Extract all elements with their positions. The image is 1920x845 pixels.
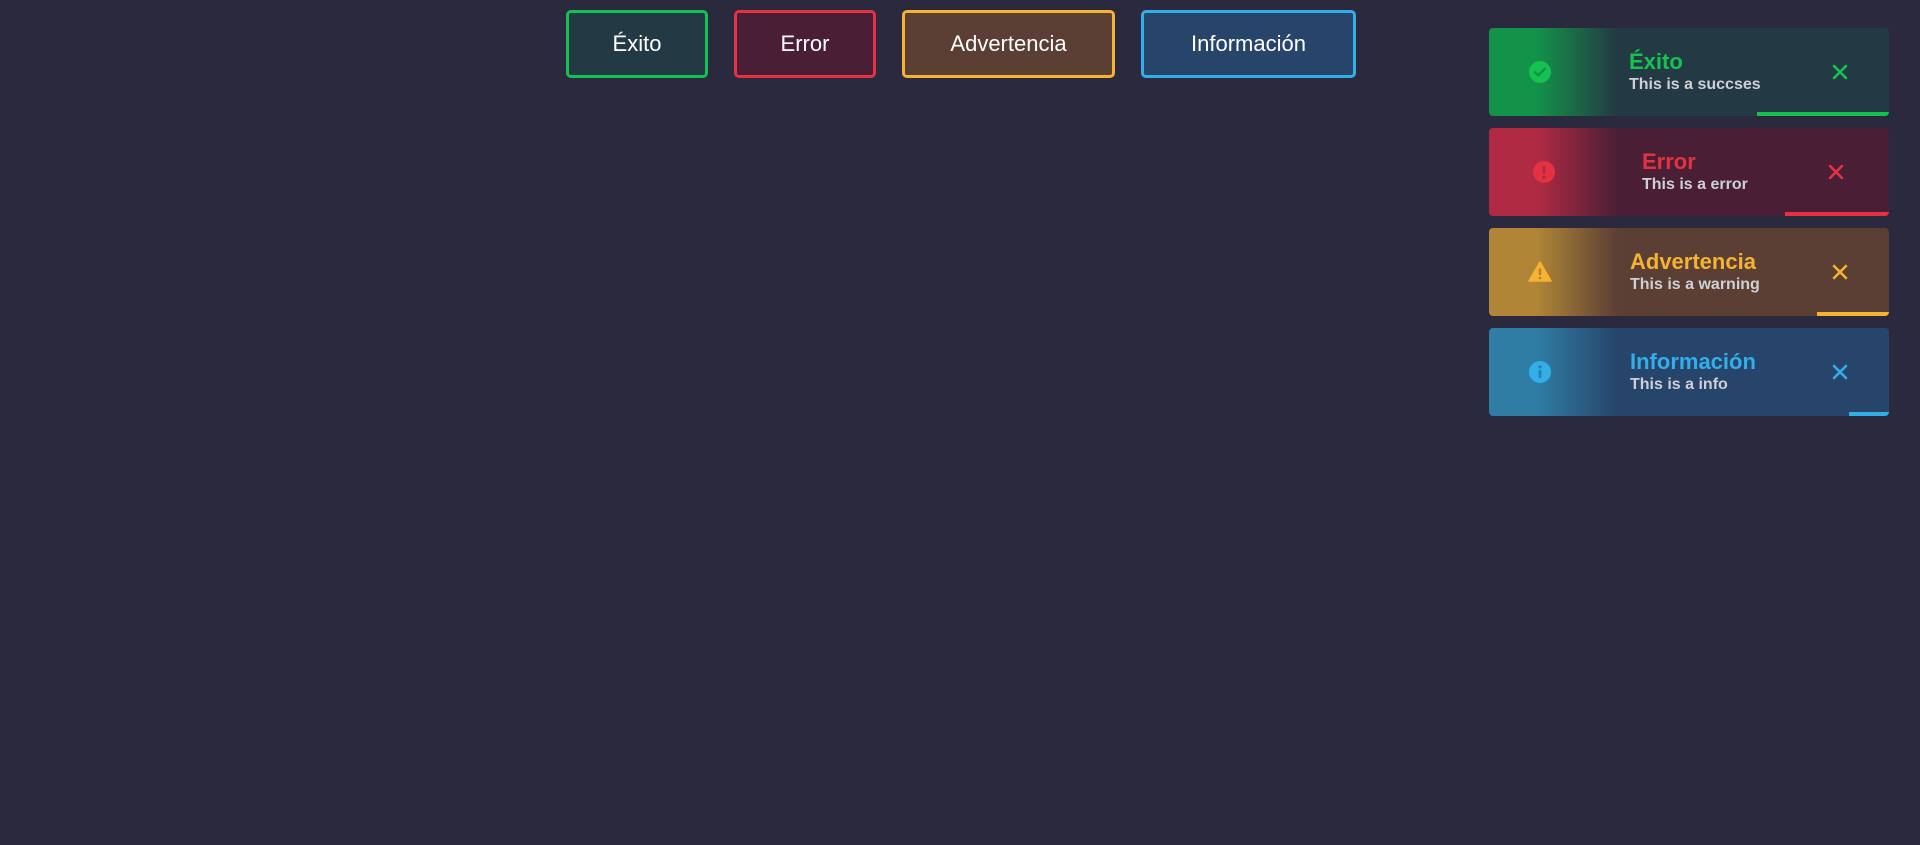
toast-text: Advertencia This is a warning (1630, 249, 1760, 295)
toast-container: Éxito This is a succses Error This is a … (1489, 28, 1889, 428)
toast-title: Éxito (1629, 49, 1683, 74)
toast-progress-bar (1849, 412, 1889, 416)
toast-title: Información (1630, 349, 1756, 374)
toast-message: This is a succses (1629, 76, 1761, 93)
check-circle-icon (1528, 60, 1552, 84)
close-icon[interactable] (1830, 262, 1850, 282)
toast-success: Éxito This is a succses (1489, 28, 1889, 116)
toast-message: This is a warning (1630, 276, 1760, 293)
toast-message: This is a error (1642, 176, 1748, 193)
toast-title: Error (1642, 149, 1696, 174)
toast-progress-bar (1757, 112, 1889, 116)
success-button[interactable]: Éxito (566, 10, 708, 78)
toast-trigger-buttons: Éxito Error Advertencia Información (566, 10, 1356, 78)
close-icon[interactable] (1830, 62, 1850, 82)
warning-triangle-icon (1528, 260, 1552, 284)
warning-button[interactable]: Advertencia (902, 10, 1115, 78)
toast-title: Advertencia (1630, 249, 1756, 274)
toast-warning: Advertencia This is a warning (1489, 228, 1889, 316)
toast-text: Información This is a info (1630, 349, 1756, 395)
error-button[interactable]: Error (734, 10, 876, 78)
info-circle-icon (1528, 360, 1552, 384)
toast-progress-bar (1785, 212, 1889, 216)
toast-info: Información This is a info (1489, 328, 1889, 416)
close-icon[interactable] (1830, 362, 1850, 382)
info-button[interactable]: Información (1141, 10, 1356, 78)
toast-text: Error This is a error (1642, 149, 1748, 195)
toast-text: Éxito This is a succses (1629, 49, 1761, 95)
exclamation-circle-icon (1532, 160, 1556, 184)
close-icon[interactable] (1826, 162, 1846, 182)
toast-message: This is a info (1630, 376, 1728, 393)
toast-progress-bar (1817, 312, 1889, 316)
toast-error: Error This is a error (1489, 128, 1889, 216)
